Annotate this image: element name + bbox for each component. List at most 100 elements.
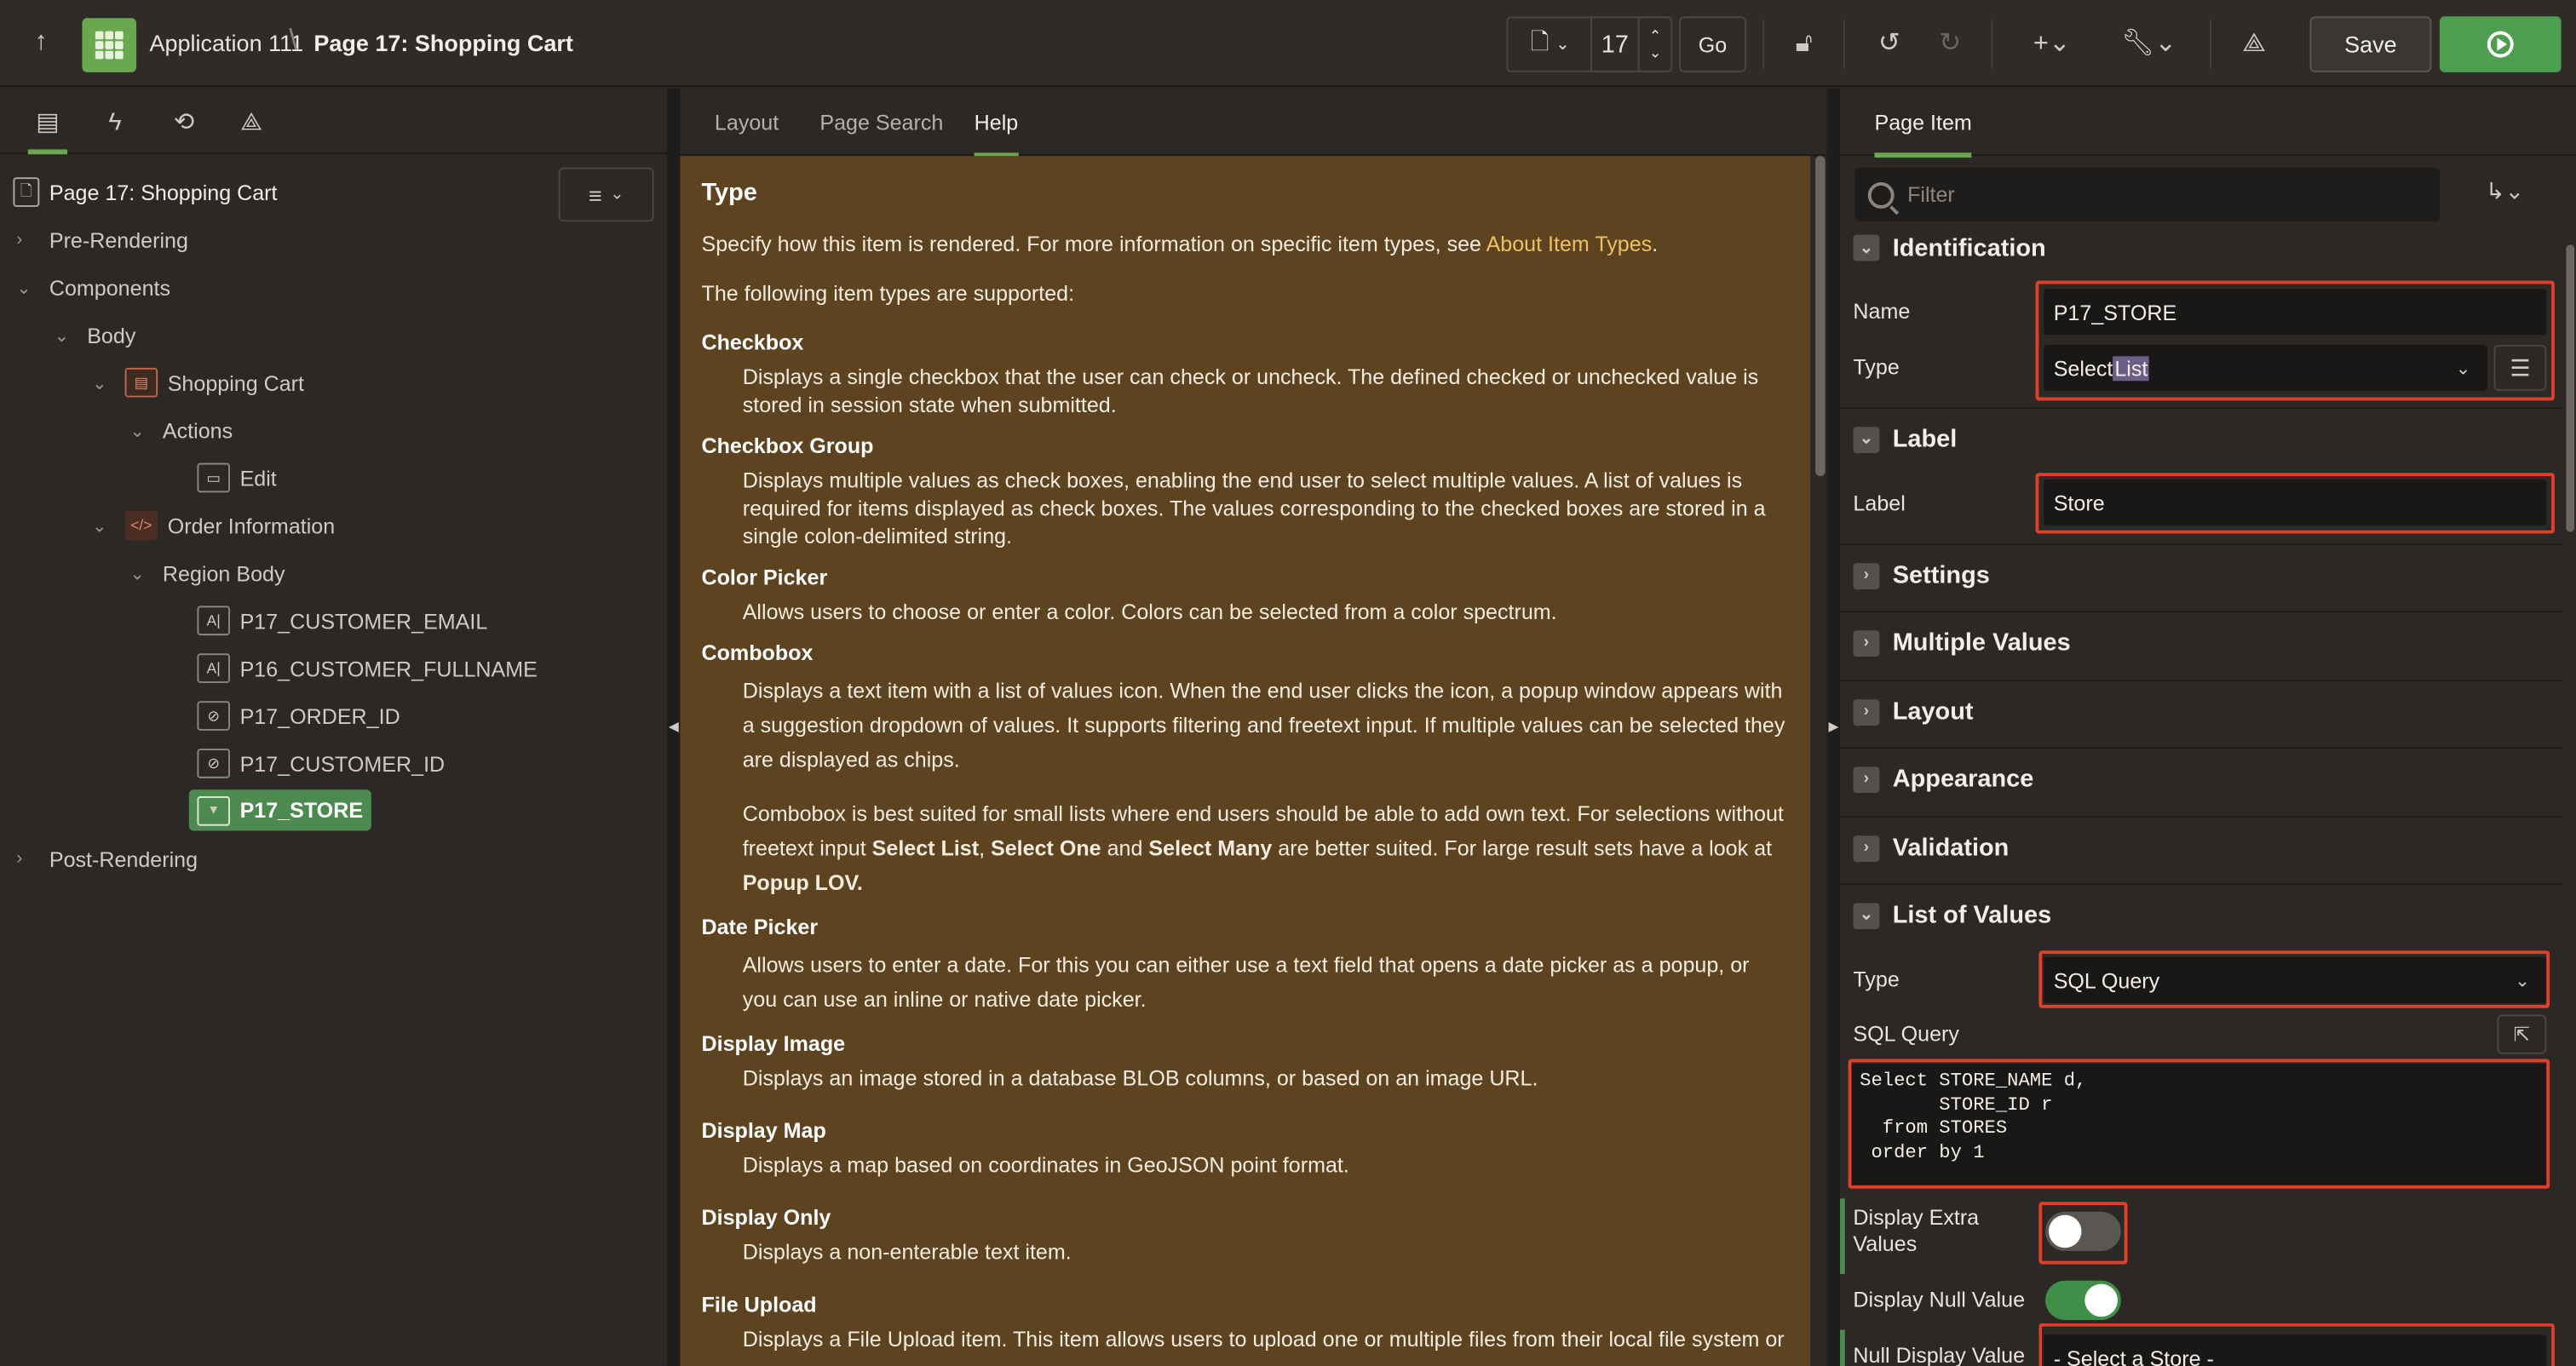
group-label[interactable]: ⌄ Label: [1839, 407, 2563, 469]
tree-item-p17-customer-id[interactable]: ⊘ P17_CUSTOMER_ID: [197, 742, 445, 784]
collapse-icon[interactable]: ⌄: [1853, 426, 1880, 453]
chevron-down-icon[interactable]: ⌄: [92, 514, 115, 536]
undo-icon[interactable]: ↺: [1870, 26, 1909, 62]
shared-components-tab-icon[interactable]: ⟁: [232, 105, 271, 141]
note-bold: Popup LOV.: [742, 870, 863, 895]
go-button[interactable]: Go: [1678, 16, 1747, 72]
tree-item-shopping-cart[interactable]: ⌄ ▤ Shopping Cart: [92, 361, 304, 404]
tree-item-post-rendering[interactable]: › Post-Rendering: [16, 837, 198, 880]
property-scrollbar[interactable]: [2564, 244, 2576, 1366]
collapse-icon[interactable]: ⌄: [1853, 234, 1880, 261]
tree-item-edit[interactable]: ▭ Edit: [197, 456, 277, 499]
desc-file-upload: Displays a File Upload item. This item a…: [742, 1326, 1785, 1352]
group-title: Appearance: [1892, 765, 2034, 794]
changed-indicator: [1839, 1329, 1845, 1366]
term-display-image: Display Image: [701, 1030, 846, 1056]
help-scrollbar[interactable]: [1814, 156, 1827, 1366]
page-stepper[interactable]: ⌃ ⌄: [1637, 16, 1673, 72]
tree-item-order-information[interactable]: ⌄ </> Order Information: [92, 504, 335, 547]
right-splitter[interactable]: ▶: [1826, 89, 1840, 1366]
tree-label: Shopping Cart: [167, 370, 305, 395]
group-validation[interactable]: › Validation: [1839, 816, 2563, 878]
shared-components-icon[interactable]: ⟁: [2234, 26, 2274, 62]
tree-item-p17-customer-email[interactable]: A| P17_CUSTOMER_EMAIL: [197, 600, 487, 642]
app-logo-icon[interactable]: [82, 18, 137, 72]
group-identification[interactable]: ⌄ Identification: [1840, 216, 2563, 278]
create-menu-icon[interactable]: +⌄: [2024, 26, 2080, 62]
center-pane: Layout Page Search Help Type Specify how…: [680, 89, 1827, 1366]
highlight-identification: [2035, 280, 2555, 401]
group-title: Label: [1892, 425, 1958, 454]
left-splitter[interactable]: ◀: [666, 89, 681, 1366]
expand-icon[interactable]: ›: [1853, 835, 1880, 862]
chevron-down-icon[interactable]: ⌄: [55, 324, 78, 346]
expand-icon[interactable]: ›: [1853, 562, 1880, 589]
about-item-types-link[interactable]: About Item Types: [1486, 232, 1653, 256]
collapse-left-icon[interactable]: ◀: [669, 713, 679, 743]
tree-item-actions[interactable]: ⌄ Actions: [129, 409, 233, 451]
page-selector-button[interactable]: 🗋 ⌄: [1506, 16, 1592, 72]
help-content: Type Specify how this item is rendered. …: [680, 156, 1811, 1366]
tree-root-label: Page 17: Shopping Cart: [49, 180, 278, 205]
tree-item-body[interactable]: ⌄ Body: [55, 313, 136, 356]
note-text: are better suited. For large result sets…: [1272, 835, 1773, 861]
scrollbar-thumb[interactable]: [2566, 244, 2575, 532]
up-arrow-icon[interactable]: ↑: [23, 25, 59, 60]
tab-help[interactable]: Help: [974, 110, 1018, 158]
item-types-list: Checkbox Displays a single checkbox that…: [701, 329, 1789, 1353]
collapse-icon[interactable]: ⌄: [1853, 902, 1880, 929]
chevron-down-icon[interactable]: ⌄: [16, 277, 39, 298]
tree-menu-button[interactable]: ≡ ⌄: [558, 167, 654, 222]
group-title: Layout: [1892, 697, 1974, 726]
scrollbar-thumb[interactable]: [1815, 156, 1826, 477]
term-combobox: Combobox: [701, 640, 814, 665]
display-null-value-toggle[interactable]: [2045, 1280, 2121, 1321]
tree-label: Region Body: [162, 560, 285, 586]
open-code-editor-icon[interactable]: ⇱: [2497, 1014, 2547, 1054]
save-button[interactable]: Save: [2309, 16, 2432, 72]
group-appearance[interactable]: › Appearance: [1839, 747, 2563, 809]
collapse-right-icon[interactable]: ▶: [1828, 713, 1838, 743]
highlight-sql-query: [1848, 1059, 2550, 1189]
chevron-down-icon[interactable]: ⌄: [92, 372, 115, 393]
processing-tab-icon[interactable]: ⟲: [164, 105, 204, 141]
tree-item-p17-order-id[interactable]: ⊘ P17_ORDER_ID: [197, 694, 400, 737]
go-to-group-icon[interactable]: ↳⌄: [2486, 177, 2524, 205]
tree-item-region-body[interactable]: ⌄ Region Body: [129, 552, 285, 594]
filter-input[interactable]: Filter: [1854, 167, 2440, 222]
breadcrumb-application[interactable]: Application 111: [149, 30, 303, 56]
chevron-down-icon[interactable]: ⌄: [1649, 44, 1662, 60]
tree-item-components[interactable]: ⌄ Components: [16, 266, 170, 308]
utilities-wrench-icon[interactable]: 🔧︎⌄: [2119, 26, 2178, 62]
group-list-of-values[interactable]: ⌄ List of Values: [1839, 883, 2563, 945]
page-number-input[interactable]: 17: [1590, 16, 1640, 72]
expand-icon[interactable]: ›: [1853, 698, 1880, 726]
chevron-down-icon[interactable]: ⌄: [129, 420, 152, 441]
changed-indicator: [1839, 1198, 1845, 1275]
tab-layout[interactable]: Layout: [715, 110, 779, 135]
group-multiple-values[interactable]: › Multiple Values: [1839, 611, 2563, 673]
tree-item-p16-customer-fullname[interactable]: A| P16_CUSTOMER_FULLNAME: [197, 647, 538, 690]
tree-item-pre-rendering[interactable]: › Pre-Rendering: [16, 218, 188, 261]
chevron-right-icon[interactable]: ›: [16, 849, 39, 869]
chevron-right-icon[interactable]: ›: [16, 230, 39, 250]
lock-icon[interactable]: 🔓︎: [1784, 26, 1823, 62]
display-extra-values-label: Display Extra Values: [1853, 1205, 1980, 1256]
chevron-down-icon[interactable]: ⌄: [129, 562, 152, 583]
group-layout[interactable]: › Layout: [1839, 680, 2563, 742]
run-page-button[interactable]: [2439, 16, 2562, 72]
expand-icon[interactable]: ›: [1853, 766, 1880, 793]
dynamic-actions-tab-icon[interactable]: ϟ: [95, 105, 135, 141]
tab-page-search[interactable]: Page Search: [819, 110, 943, 135]
tree-root-page[interactable]: 🗋 Page 17: Shopping Cart: [13, 170, 278, 213]
tab-page-item[interactable]: Page Item: [1874, 110, 1973, 158]
tree-item-p17-store[interactable]: ▾ P17_STORE: [188, 789, 371, 831]
group-settings[interactable]: › Settings: [1839, 543, 2563, 606]
redo-icon[interactable]: ↻: [1930, 26, 1969, 62]
highlight-lov-type: [2038, 950, 2550, 1008]
right-tabs: Page Item: [1839, 89, 2576, 158]
help-intro-text: Specify how this item is rendered. For m…: [701, 231, 1486, 256]
chevron-up-icon[interactable]: ⌃: [1649, 28, 1662, 44]
expand-icon[interactable]: ›: [1853, 629, 1880, 657]
rendering-tab-icon[interactable]: ▤: [27, 105, 68, 155]
